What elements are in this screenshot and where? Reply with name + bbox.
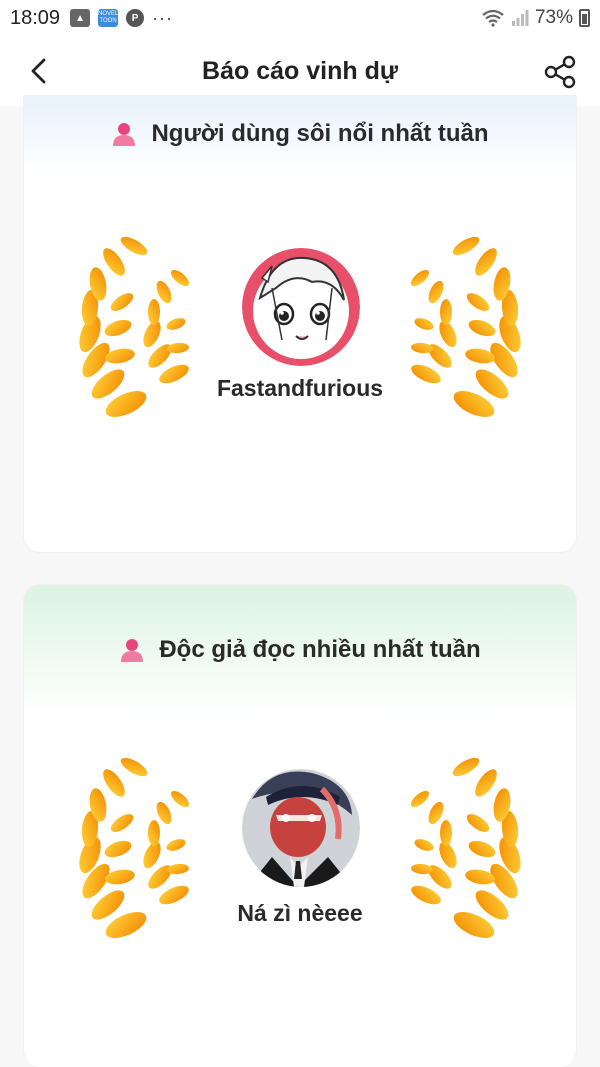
user-icon <box>121 639 144 662</box>
laurel-right-icon <box>408 236 525 423</box>
system-indicators: 73% <box>481 7 590 29</box>
user-icon <box>113 123 136 146</box>
status-bar: 18:09 ▲ NOVEL TOON P ··· 73% <box>0 0 600 36</box>
active-user-card: Người dùng sôi nổi nhất tuần Fastandfuri… <box>24 96 576 552</box>
section-title: Độc giả đọc nhiều nhất tuần <box>159 636 481 663</box>
top-reader-card: Độc giả đọc nhiều nhất tuần Ná zì nèeee <box>24 585 576 1067</box>
laurel-right-icon <box>408 757 525 944</box>
share-icon[interactable] <box>542 54 578 90</box>
section-title: Người dùng sôi nổi nhất tuần <box>151 120 489 147</box>
battery-percent: 73% <box>534 7 573 28</box>
notification-icons: ▲ NOVEL TOON P ··· <box>70 8 173 29</box>
wifi-icon <box>482 9 504 27</box>
laurel-left-icon <box>75 236 192 423</box>
award-area: Fastandfurious <box>24 236 576 436</box>
winner-name: Ná zì nèeee <box>237 900 363 926</box>
laurel-left-icon <box>75 757 192 944</box>
clock: 18:09 <box>10 6 61 29</box>
back-icon[interactable] <box>24 56 54 86</box>
gallery-icon: ▲ <box>70 9 91 27</box>
avatar[interactable] <box>242 769 360 887</box>
novel-toon-icon: NOVEL TOON <box>98 9 118 27</box>
top-reader-header: Độc giả đọc nhiều nhất tuần <box>24 585 576 715</box>
page-title: Báo cáo vinh dự <box>202 56 398 85</box>
pinterest-icon: P <box>126 9 145 27</box>
more-notifications-icon: ··· <box>152 7 174 28</box>
award-area: Ná zì nèeee <box>24 757 576 957</box>
avatar[interactable] <box>242 248 360 366</box>
battery-icon <box>579 9 590 27</box>
signal-icon <box>511 10 529 26</box>
active-user-header: Người dùng sôi nổi nhất tuần <box>24 96 576 172</box>
winner-name: Fastandfurious <box>216 375 384 401</box>
